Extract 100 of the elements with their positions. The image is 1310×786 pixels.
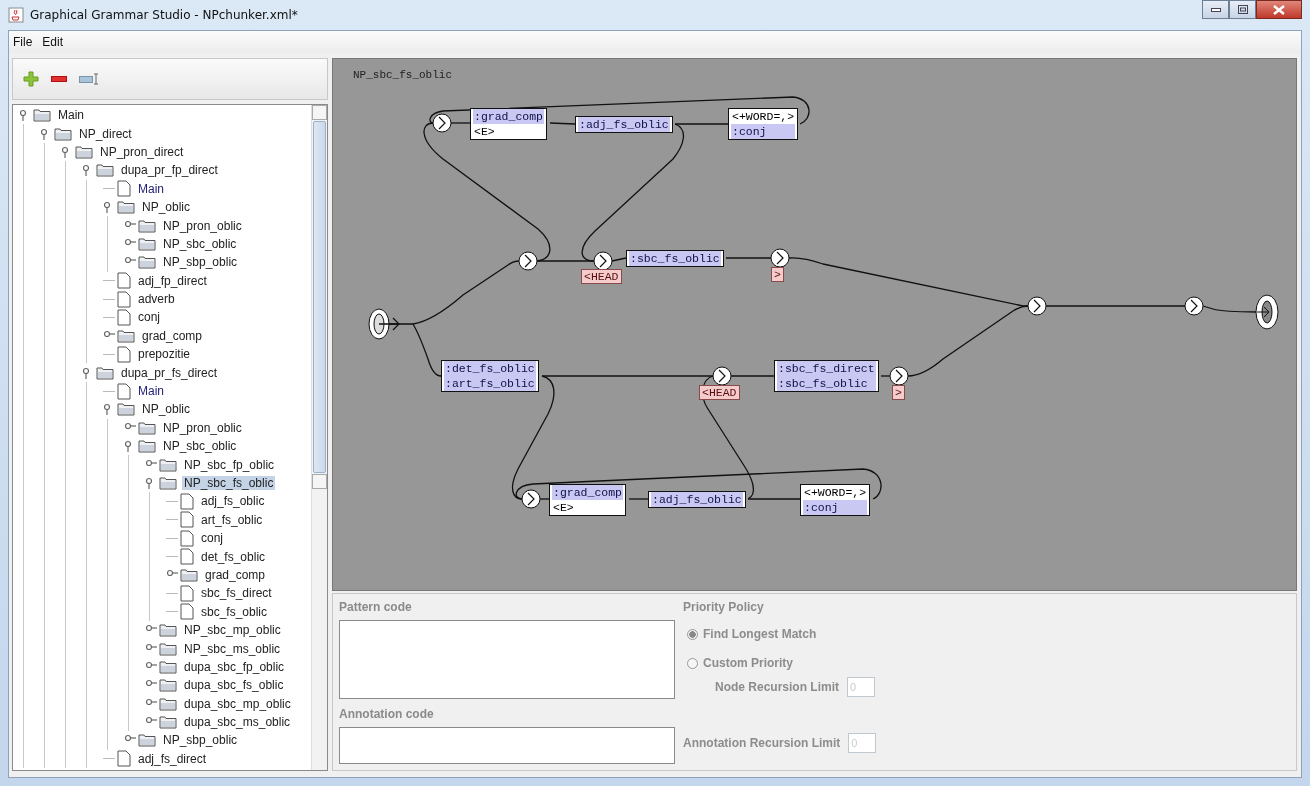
rename-icon (79, 73, 99, 85)
output-tag: <HEAD (581, 269, 622, 284)
tree-item[interactable]: dupa_pr_fp_direct (119, 163, 220, 178)
menu-item[interactable]: File (13, 35, 33, 49)
minus-icon (51, 76, 67, 82)
tree-item[interactable]: grad_comp (203, 567, 268, 582)
graph-box[interactable]: :grad_comp <E> (549, 484, 626, 516)
tree-item[interactable]: NP_sbc_oblic (161, 439, 239, 454)
tree-item[interactable]: conj (199, 531, 225, 546)
tree-item[interactable]: dupa_sbc_mp_oblic (182, 696, 293, 711)
tree-item[interactable]: adverb (136, 292, 177, 307)
file-icon (117, 290, 131, 308)
transition-node (770, 248, 790, 268)
tree-item[interactable]: NP_oblic (140, 200, 193, 215)
subgraph-call-label: :sbc_fs_direct (777, 361, 876, 376)
folder-icon (159, 659, 177, 674)
output-tag: > (771, 267, 784, 282)
tree-item[interactable]: adj_fs_direct (136, 751, 209, 766)
file-icon (117, 272, 131, 290)
tree-item[interactable]: NP_pron_direct (98, 144, 186, 159)
folder-icon (159, 476, 177, 490)
graph-box[interactable]: :det_fs_oblic :art_fs_oblic (441, 360, 539, 392)
pattern-code-field[interactable] (339, 620, 675, 699)
tree-item[interactable]: NP_direct (77, 126, 134, 141)
tree-item[interactable]: NP_sbp_oblic (161, 733, 240, 748)
menu-item[interactable]: Edit (42, 35, 64, 49)
tree-item[interactable]: NP_oblic (140, 402, 193, 417)
tree-item[interactable]: Main (56, 108, 86, 123)
tree-item[interactable]: NP_sbc_mp_oblic (182, 623, 283, 638)
close-icon (1273, 4, 1285, 15)
tree-item[interactable]: NP_sbc_fp_oblic (182, 457, 277, 472)
file-icon (180, 584, 194, 602)
graph-box[interactable]: <+WORD=,> :conj (728, 108, 799, 140)
minimize-icon (1210, 7, 1221, 12)
remove-button[interactable] (49, 74, 69, 84)
folder-icon (138, 733, 156, 748)
window-title: Graphical Grammar Studio - NPchunker.xml* (30, 8, 299, 22)
transition-node (889, 366, 909, 386)
graph-box[interactable]: :grad_comp <E> (470, 108, 547, 140)
file-icon (180, 529, 194, 547)
transition-line (1202, 305, 1258, 313)
initial-state (368, 308, 400, 340)
rename-button[interactable] (77, 71, 101, 87)
tree-item[interactable]: adj_fs_oblic (199, 494, 267, 509)
scrollbar[interactable] (311, 105, 327, 770)
folder-icon (138, 236, 156, 251)
close-button[interactable] (1256, 0, 1302, 19)
tree-item[interactable]: NP_pron_oblic (161, 420, 244, 435)
annotation-code-field[interactable] (339, 727, 675, 764)
field-label: Annotation Recursion Limit (683, 736, 841, 750)
subgraph-call-label: :art_fs_oblic (444, 376, 536, 391)
subgraph-call-label: :grad_comp (552, 485, 623, 500)
field-label: Pattern code (339, 600, 413, 614)
tree-item[interactable]: conj (136, 310, 162, 325)
file-icon (117, 309, 131, 326)
tree-item[interactable]: NP_pron_oblic (161, 218, 244, 233)
folder-icon (138, 255, 156, 270)
graph-box[interactable]: :sbc_fs_direct :sbc_fs_oblic (774, 360, 879, 392)
graph-title: NP_sbc_fs_oblic (353, 69, 453, 81)
tree-item[interactable]: grad_comp (140, 328, 205, 343)
tree-item[interactable]: dupa_sbc_ms_oblic (182, 715, 293, 730)
graph-box[interactable]: <+WORD=,> :conj (800, 484, 871, 516)
folder-icon (96, 163, 114, 178)
minimize-button[interactable] (1202, 0, 1229, 19)
subgraph-call-label: :sbc_fs_oblic (777, 376, 876, 391)
file-icon (180, 548, 194, 566)
tree-item[interactable]: art_fs_oblic (199, 512, 265, 527)
transition-node (1027, 296, 1047, 316)
token-label: <+WORD=,> (731, 109, 796, 124)
tree-item[interactable]: NP_sbp_oblic (161, 255, 240, 270)
tree-item[interactable]: Main (136, 384, 166, 399)
maximize-button[interactable] (1229, 0, 1256, 19)
tree-item[interactable]: adj_fp_direct (136, 273, 209, 288)
tree-item[interactable]: dupa_sbc_fs_oblic (182, 678, 286, 693)
file-icon (180, 603, 194, 621)
tree-item[interactable]: sbc_fs_direct (199, 586, 274, 601)
file-icon (117, 750, 131, 768)
subgraph-call-label: :det_fs_oblic (444, 361, 536, 376)
folder-icon (159, 641, 177, 656)
folder-icon (159, 696, 177, 711)
field-label: Annotation code (339, 707, 435, 721)
field-label: Node Recursion Limit (715, 680, 839, 694)
transition-node (518, 251, 538, 271)
tree-item[interactable]: NP_sbc_fs_oblic (182, 476, 276, 490)
tree-item[interactable]: Main (136, 181, 166, 196)
tree-item[interactable]: sbc_fs_oblic (199, 604, 270, 619)
folder-icon (117, 402, 135, 417)
section-label: Priority Policy (683, 600, 765, 614)
folder-icon (138, 218, 156, 233)
tree-item[interactable]: prepozitie (136, 347, 193, 362)
folder-icon (180, 567, 198, 582)
tree-item[interactable]: dupa_pr_fs_direct (119, 365, 220, 380)
folder-icon (159, 715, 177, 730)
tree-item[interactable]: NP_sbc_oblic (161, 236, 239, 251)
folder-icon (159, 457, 177, 472)
tree-item[interactable]: det_fs_oblic (199, 549, 268, 564)
tree-item[interactable]: dupa_sbc_fp_oblic (182, 659, 287, 674)
transition-node (521, 489, 541, 509)
file-icon (117, 382, 131, 400)
tree-item[interactable]: NP_sbc_ms_oblic (182, 641, 283, 656)
